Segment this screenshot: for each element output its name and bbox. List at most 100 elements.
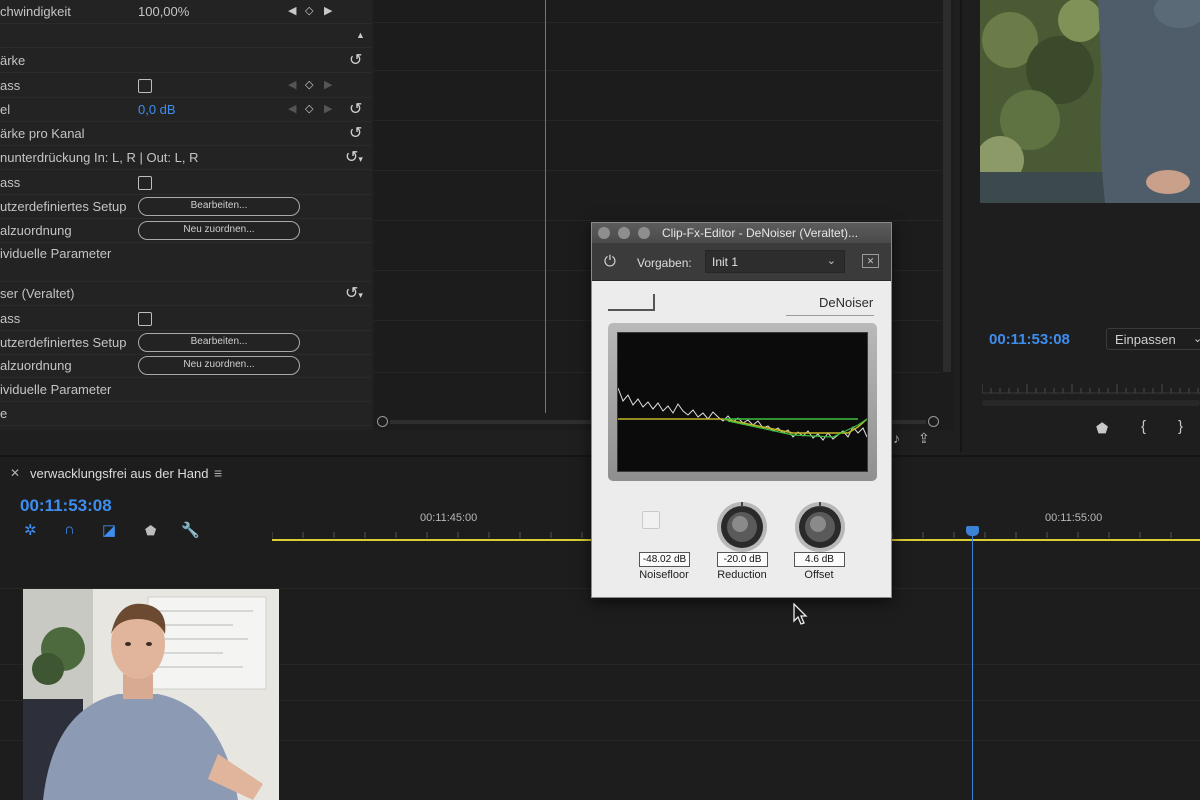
ruler-label: 00:11:45:00 <box>420 512 478 524</box>
fx-row-bypass: ass ◀ ◇ ▶ <box>0 74 372 98</box>
offset-value[interactable]: 4.6 dB <box>794 552 845 567</box>
preset-label: Vorgaben: <box>637 256 692 270</box>
reset-menu-icon[interactable]: ↺▾ <box>345 147 363 167</box>
window-minimize-button[interactable] <box>618 227 630 239</box>
fx-row-denoiser-effect: ser (Veraltet) ↺▾ <box>0 282 372 306</box>
export-icon[interactable]: ⇪ <box>918 430 930 447</box>
next-keyframe-icon[interactable]: ▶ <box>324 102 332 115</box>
vertical-scrollbar[interactable] <box>943 0 951 372</box>
marker-icon[interactable]: ⬟ <box>1096 420 1108 437</box>
fit-dropdown[interactable]: Einpassen ⌄ <box>1106 328 1200 350</box>
add-marker-icon[interactable]: ⬟ <box>145 523 156 539</box>
timeline-timecode[interactable]: 00:11:53:08 <box>20 496 112 516</box>
reduction-knob[interactable] <box>714 499 770 555</box>
fx-label-strength: ärke <box>0 53 26 68</box>
snap-icon[interactable]: ∩ <box>64 521 75 538</box>
fx-row-strength-per-channel: ärke pro Kanal ↺ <box>0 122 372 146</box>
bypass-checkbox[interactable] <box>138 312 152 326</box>
fx-label-channel-mapping: alzuordnung <box>0 358 72 373</box>
playhead-handle[interactable] <box>966 526 979 536</box>
source-playhead <box>545 0 546 413</box>
fx-row-channel-mapping: alzuordnung Neu zuordnen... <box>0 219 372 243</box>
close-icon[interactable]: ✕ <box>10 466 20 480</box>
bypass-checkbox[interactable] <box>138 176 152 190</box>
plugin-brand: DeNoiser <box>819 295 874 310</box>
prev-keyframe-icon[interactable]: ◀ <box>288 4 296 17</box>
window-titlebar[interactable]: Clip-Fx-Editor - DeNoiser (Veraltet)... <box>592 223 891 243</box>
scroll-start-handle[interactable] <box>377 416 388 427</box>
prev-keyframe-icon[interactable]: ◀ <box>288 78 296 91</box>
noisefloor-label: Noisefloor <box>639 569 689 581</box>
scroll-end-handle[interactable] <box>928 416 939 427</box>
offset-knob[interactable] <box>792 499 848 555</box>
effect-controls-panel: chwindigkeit 100,00% ◀ ◇ ▶ ▲ ärke ↺ ass … <box>0 0 372 430</box>
nest-icon[interactable]: ✲ <box>24 521 37 539</box>
fx-row-speed: chwindigkeit 100,00% ◀ ◇ ▶ <box>0 0 372 24</box>
noisefloor-checkbox[interactable] <box>642 511 660 529</box>
divider <box>374 22 942 23</box>
wrench-icon[interactable]: 🔧 <box>181 521 200 539</box>
reset-icon[interactable]: ↺ <box>349 50 362 70</box>
timeline-playhead[interactable] <box>972 528 973 800</box>
fx-row-noise-suppression: nunterdrückung In: L, R | Out: L, R ↺▾ <box>0 146 372 170</box>
next-keyframe-icon[interactable]: ▶ <box>324 78 332 91</box>
spectrum-display-bezel <box>608 323 877 481</box>
noisefloor-value[interactable]: -48.02 dB <box>639 552 690 567</box>
offset-label: Offset <box>804 569 834 581</box>
remap-button[interactable]: Neu zuordnen... <box>138 356 300 375</box>
fx-label-individual-params: ividuelle Parameter <box>0 246 112 261</box>
speed-value[interactable]: 100,00% <box>138 4 189 19</box>
fx-label-level: el <box>0 102 11 117</box>
remap-button[interactable]: Neu zuordnen... <box>138 221 300 240</box>
bypass-checkbox[interactable] <box>138 79 152 93</box>
fx-row-bypass: ass <box>0 171 372 195</box>
fx-label-custom-setup: utzerdefiniertes Setup <box>0 199 127 214</box>
chevron-down-icon: ⌄ <box>1193 333 1200 345</box>
add-keyframe-icon[interactable]: ◇ <box>305 78 313 91</box>
prev-keyframe-icon[interactable]: ◀ <box>288 102 296 115</box>
fx-label-custom-setup: utzerdefiniertes Setup <box>0 335 127 350</box>
fx-label-individual-params: ividuelle Parameter <box>0 382 112 397</box>
fx-label-last: e <box>0 406 8 421</box>
add-keyframe-icon[interactable]: ◇ <box>305 102 313 115</box>
fx-row-custom-setup: utzerdefiniertes Setup Bearbeiten... <box>0 195 372 219</box>
spectrum-display <box>617 332 868 472</box>
audio-note-icon[interactable]: ♪ <box>893 430 900 446</box>
reset-menu-icon[interactable]: ↺▾ <box>345 283 363 303</box>
add-keyframe-icon[interactable]: ◇ <box>305 4 313 17</box>
reset-icon[interactable]: ↺ <box>349 123 362 143</box>
program-scroll[interactable] <box>982 400 1200 406</box>
linked-selection-icon[interactable]: ◪ <box>102 521 116 539</box>
program-timecode[interactable]: 00:11:53:08 <box>989 331 1070 348</box>
fx-label-bypass: ass <box>0 175 21 190</box>
divider <box>374 70 942 71</box>
fx-label-speed: chwindigkeit <box>0 4 71 19</box>
fx-row-bypass: ass <box>0 307 372 331</box>
close-panel-icon[interactable]: ✕ <box>862 254 879 268</box>
edit-button[interactable]: Bearbeiten... <box>138 197 300 216</box>
fx-row-spacer: ▲ <box>0 24 372 48</box>
next-keyframe-icon[interactable]: ▶ <box>324 4 332 17</box>
sequence-tab[interactable]: verwacklungsfrei aus der Hand <box>30 466 208 481</box>
reduction-value[interactable]: -20.0 dB <box>717 552 768 567</box>
edit-button[interactable]: Bearbeiten... <box>138 333 300 352</box>
reset-icon[interactable]: ↺ <box>349 99 362 119</box>
program-ruler[interactable] <box>982 380 1200 394</box>
window-close-button[interactable] <box>598 227 610 239</box>
fx-row-custom-setup: utzerdefiniertes Setup Bearbeiten... <box>0 331 372 355</box>
fx-label-bypass: ass <box>0 78 21 93</box>
mark-in-icon[interactable]: { <box>1141 418 1146 435</box>
preset-dropdown[interactable]: Init 1 ⌄ <box>705 250 845 273</box>
fx-row-individual-params: ividuelle Parameter <box>0 242 372 282</box>
program-video-frame <box>980 0 1200 203</box>
fx-label-bypass: ass <box>0 311 21 326</box>
menu-icon[interactable]: ≡ <box>214 465 222 481</box>
mark-out-icon[interactable]: } <box>1178 418 1183 435</box>
level-value[interactable]: 0,0 dB <box>138 102 176 117</box>
fx-row-level: el 0,0 dB ◀ ◇ ▶ ↺ <box>0 98 372 122</box>
window-zoom-button[interactable] <box>638 227 650 239</box>
fx-label-channel-mapping: alzuordnung <box>0 223 72 238</box>
collapse-up-icon[interactable]: ▲ <box>356 30 365 40</box>
power-icon[interactable]: ⏻ <box>604 253 616 270</box>
brand-underline <box>786 315 874 316</box>
